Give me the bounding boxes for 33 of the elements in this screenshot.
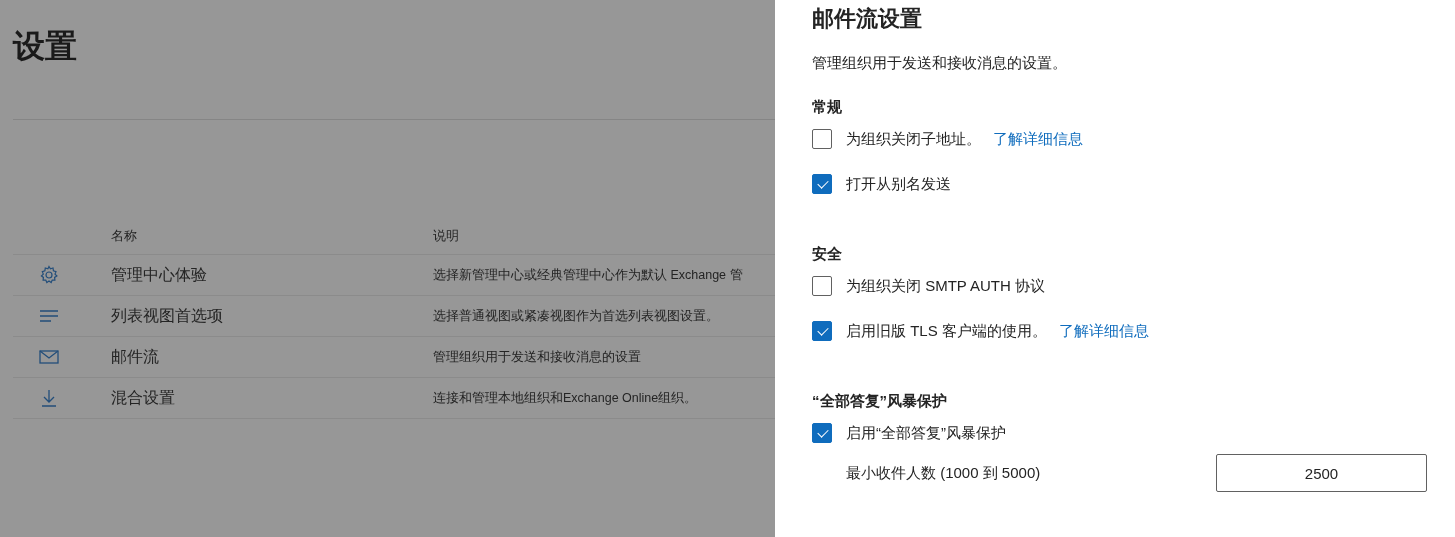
- checkbox-label: 为组织关闭 SMTP AUTH 协议: [846, 276, 1045, 296]
- panel-description: 管理组织用于发送和接收消息的设置。: [812, 53, 1068, 73]
- checkbox[interactable]: [812, 321, 832, 341]
- setting-name[interactable]: 列表视图首选项: [111, 305, 433, 327]
- mail-icon: [39, 347, 59, 367]
- page-title: 设置: [13, 27, 77, 66]
- column-header: 名称: [111, 227, 138, 245]
- checkbox[interactable]: [812, 276, 832, 296]
- learn-more-link[interactable]: 了解详细信息: [1058, 321, 1149, 341]
- section-heading: 常规: [812, 97, 843, 117]
- section-heading: “全部答复”风暴保护: [812, 391, 948, 411]
- setting-name[interactable]: 邮件流: [111, 346, 433, 368]
- setting-name[interactable]: 管理中心体验: [111, 264, 433, 286]
- column-header: 说明: [433, 227, 459, 245]
- checkbox-label: 打开从别名发送: [846, 174, 951, 194]
- setting-name[interactable]: 混合设置: [111, 387, 433, 409]
- setting-description: 选择新管理中心或经典管理中心作为默认 Exchange 管: [433, 266, 743, 284]
- checkbox-label: 为组织关闭子地址。: [846, 129, 981, 149]
- field-label: 最小收件人数 (1000 到 5000): [846, 463, 1042, 483]
- section-heading: 安全: [812, 244, 843, 264]
- checkbox[interactable]: [812, 174, 832, 194]
- checkbox[interactable]: [812, 129, 832, 149]
- checkbox-label: 启用“全部答复”风暴保护: [846, 423, 1006, 443]
- gear-icon: [39, 265, 59, 285]
- checkbox-label: 启用旧版 TLS 客户端的使用。: [846, 321, 1047, 341]
- panel-title: 邮件流设置: [812, 5, 922, 33]
- download-icon: [39, 388, 59, 408]
- setting-description: 选择普通视图或紧凑视图作为首选列表视图设置。: [433, 307, 719, 325]
- checkbox[interactable]: [812, 423, 832, 443]
- number-field[interactable]: 2500: [1216, 454, 1427, 492]
- setting-description: 连接和管理本地组织和Exchange Online组织。: [433, 389, 698, 407]
- learn-more-link[interactable]: 了解详细信息: [993, 129, 1083, 149]
- setting-description: 管理组织用于发送和接收消息的设置: [433, 348, 641, 366]
